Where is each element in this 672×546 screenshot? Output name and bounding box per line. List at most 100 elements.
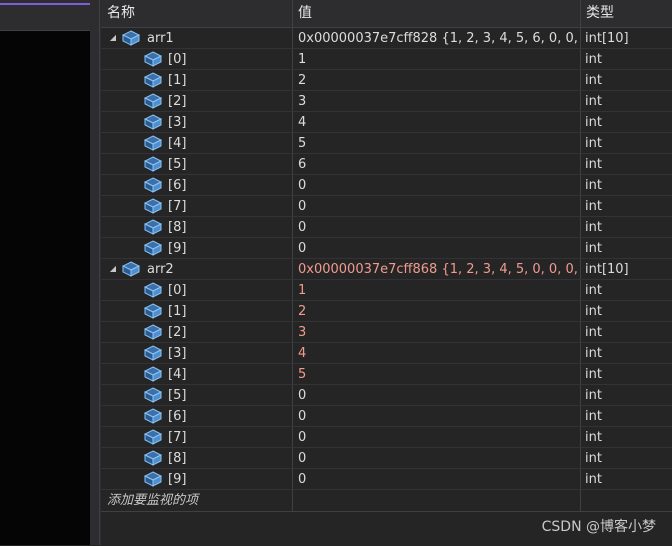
variable-value[interactable]: 0 bbox=[298, 385, 580, 405]
variable-object-icon bbox=[143, 366, 163, 382]
variable-value[interactable]: 0 bbox=[298, 238, 580, 258]
watch-child-row[interactable]: [4] 5 int bbox=[101, 364, 672, 385]
variable-name: [9] bbox=[168, 241, 187, 256]
variable-type: int bbox=[585, 199, 602, 214]
variable-type: int bbox=[585, 409, 602, 424]
variable-type: int bbox=[585, 367, 602, 382]
watch-child-row[interactable]: [6] 0 int bbox=[101, 406, 672, 427]
name-cell: [7] bbox=[101, 427, 291, 447]
watch-child-row[interactable]: [7] 0 int bbox=[101, 196, 672, 217]
watch-child-row[interactable]: [4] 5 int bbox=[101, 133, 672, 154]
variable-name: [4] bbox=[168, 136, 187, 151]
variable-name: arr1 bbox=[147, 31, 174, 46]
watch-child-row[interactable]: [3] 4 int bbox=[101, 112, 672, 133]
watch-child-row[interactable]: [8] 0 int bbox=[101, 448, 672, 469]
column-header-name[interactable]: 名称 bbox=[101, 0, 292, 27]
variable-name: [2] bbox=[168, 325, 187, 340]
variable-object-icon bbox=[143, 177, 163, 193]
variable-object-icon bbox=[143, 219, 163, 235]
variable-value[interactable]: 5 bbox=[298, 364, 580, 384]
watch-child-row[interactable]: [1] 2 int bbox=[101, 301, 672, 322]
variable-value[interactable]: 4 bbox=[298, 112, 580, 132]
variable-object-icon bbox=[143, 240, 163, 256]
variable-value[interactable]: 5 bbox=[298, 133, 580, 153]
variable-value[interactable]: 2 bbox=[298, 70, 580, 90]
pane-splitter[interactable] bbox=[90, 0, 101, 545]
column-header-value[interactable]: 值 bbox=[292, 0, 580, 27]
variable-object-icon bbox=[143, 156, 163, 172]
variable-name: [7] bbox=[168, 430, 187, 445]
variable-name: [3] bbox=[168, 115, 187, 130]
variable-value[interactable]: 0 bbox=[298, 448, 580, 468]
variable-value[interactable]: 0x00000037e7cff868 {1, 2, 3, 4, 5, 0, 0,… bbox=[298, 259, 580, 279]
variable-name: [0] bbox=[168, 52, 187, 67]
name-cell: [2] bbox=[101, 91, 291, 111]
variable-value[interactable]: 0 bbox=[298, 196, 580, 216]
variable-object-icon bbox=[143, 345, 163, 361]
name-cell: [8] bbox=[101, 448, 291, 468]
variable-value[interactable]: 0 bbox=[298, 469, 580, 489]
variable-name: [5] bbox=[168, 388, 187, 403]
watch-footer: CSDN @博客小梦 bbox=[101, 511, 672, 546]
column-header-type[interactable]: 类型 bbox=[580, 0, 672, 27]
variable-type: int bbox=[585, 472, 602, 487]
variable-value[interactable]: 2 bbox=[298, 301, 580, 321]
variable-name: [6] bbox=[168, 178, 187, 193]
expanded-arrow-icon[interactable]: ◢ bbox=[107, 28, 119, 48]
variable-type: int bbox=[585, 157, 602, 172]
variable-value[interactable]: 0 bbox=[298, 217, 580, 237]
variable-name: [0] bbox=[168, 283, 187, 298]
variable-type: int bbox=[585, 304, 602, 319]
watch-child-row[interactable]: [6] 0 int bbox=[101, 175, 672, 196]
variable-value[interactable]: 0 bbox=[298, 175, 580, 195]
name-cell: [8] bbox=[101, 217, 291, 237]
variable-value[interactable]: 0x00000037e7cff828 {1, 2, 3, 4, 5, 6, 0,… bbox=[298, 28, 580, 48]
watch-rows: ◢ arr1 0x00000037e7cff828 {1, 2, 3, 4, 5, … bbox=[101, 28, 672, 512]
variable-value[interactable]: 3 bbox=[298, 91, 580, 111]
watch-item-row[interactable]: ◢ arr1 0x00000037e7cff828 {1, 2, 3, 4, 5, … bbox=[101, 28, 672, 49]
watch-item-row[interactable]: ◢ arr2 0x00000037e7cff868 {1, 2, 3, 4, 5, … bbox=[101, 259, 672, 280]
name-cell: [1] bbox=[101, 301, 291, 321]
variable-name: [1] bbox=[168, 304, 187, 319]
variable-value[interactable]: 1 bbox=[298, 280, 580, 300]
watch-child-row[interactable]: [7] 0 int bbox=[101, 427, 672, 448]
watch-child-row[interactable]: [9] 0 int bbox=[101, 238, 672, 259]
variable-value[interactable]: 6 bbox=[298, 154, 580, 174]
watch-child-row[interactable]: [0] 1 int bbox=[101, 49, 672, 70]
name-cell: ◢ arr1 bbox=[101, 28, 291, 48]
watch-child-row[interactable]: [5] 0 int bbox=[101, 385, 672, 406]
name-cell: [4] bbox=[101, 133, 291, 153]
name-cell: [7] bbox=[101, 196, 291, 216]
variable-value[interactable]: 0 bbox=[298, 427, 580, 447]
variable-object-icon bbox=[143, 114, 163, 130]
variable-value[interactable]: 1 bbox=[298, 49, 580, 69]
watch-child-row[interactable]: [9] 0 int bbox=[101, 469, 672, 490]
variable-type: int bbox=[585, 346, 602, 361]
add-watch-input[interactable]: 添加要监视的项 bbox=[107, 490, 198, 512]
variable-object-icon bbox=[143, 450, 163, 466]
variable-value[interactable]: 3 bbox=[298, 322, 580, 342]
variable-object-icon bbox=[143, 471, 163, 487]
watch-child-row[interactable]: [8] 0 int bbox=[101, 217, 672, 238]
variable-type: int bbox=[585, 220, 602, 235]
watch-child-row[interactable]: [5] 6 int bbox=[101, 154, 672, 175]
variable-name: [6] bbox=[168, 409, 187, 424]
variable-type: int bbox=[585, 52, 602, 67]
name-cell: [1] bbox=[101, 70, 291, 90]
watch-child-row[interactable]: [1] 2 int bbox=[101, 70, 672, 91]
watch-child-row[interactable]: [3] 4 int bbox=[101, 343, 672, 364]
name-cell: [0] bbox=[101, 280, 291, 300]
watch-child-row[interactable]: [2] 3 int bbox=[101, 91, 672, 112]
watch-child-row[interactable]: [2] 3 int bbox=[101, 322, 672, 343]
variable-object-icon bbox=[143, 303, 163, 319]
watch-child-row[interactable]: [0] 1 int bbox=[101, 280, 672, 301]
add-watch-row[interactable]: 添加要监视的项 bbox=[101, 490, 672, 512]
variable-type: int bbox=[585, 178, 602, 193]
name-cell: [9] bbox=[101, 238, 291, 258]
variable-name: [7] bbox=[168, 199, 187, 214]
expanded-arrow-icon[interactable]: ◢ bbox=[107, 259, 119, 279]
variable-object-icon bbox=[143, 198, 163, 214]
variable-type: int bbox=[585, 94, 602, 109]
variable-value[interactable]: 4 bbox=[298, 343, 580, 363]
variable-value[interactable]: 0 bbox=[298, 406, 580, 426]
